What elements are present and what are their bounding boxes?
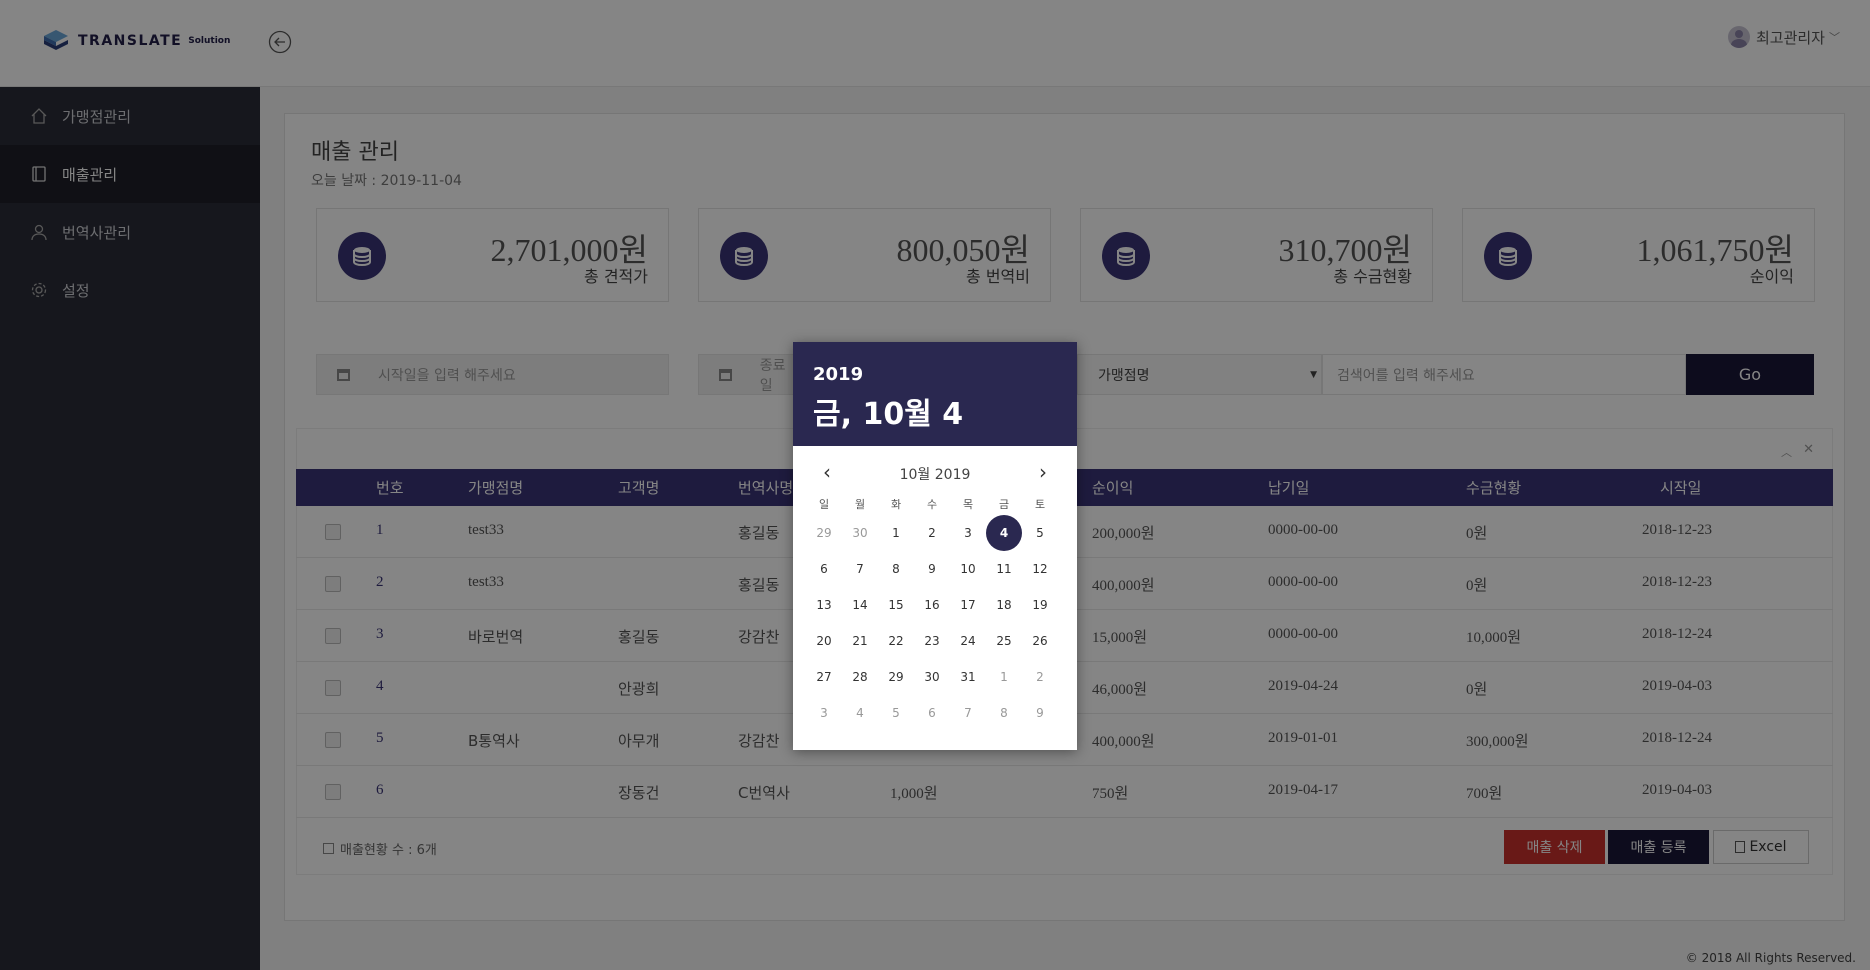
weekday-label: 수 [926, 498, 938, 511]
calendar-day[interactable]: 3 [806, 695, 842, 731]
calendar-day[interactable]: 27 [806, 659, 842, 695]
calendar-day[interactable]: 1 [986, 659, 1022, 695]
calendar-day[interactable]: 9 [1022, 695, 1058, 731]
calendar-day[interactable]: 24 [950, 623, 986, 659]
weekday-label: 금 [998, 498, 1010, 511]
calendar-day[interactable]: 7 [950, 695, 986, 731]
calendar-day[interactable]: 6 [806, 551, 842, 587]
calendar-day[interactable]: 11 [986, 551, 1022, 587]
calendar-day[interactable]: 5 [878, 695, 914, 731]
calendar-day[interactable]: 30 [842, 515, 878, 551]
calendar-day[interactable]: 29 [806, 515, 842, 551]
calendar-day[interactable]: 15 [878, 587, 914, 623]
calendar-day[interactable]: 22 [878, 623, 914, 659]
calendar-day[interactable]: 26 [1022, 623, 1058, 659]
date-picker-year[interactable]: 2019 [813, 364, 1057, 385]
calendar-day[interactable]: 14 [842, 587, 878, 623]
next-month-arrow-icon[interactable]: › [1039, 460, 1047, 484]
weekday-label: 일 [818, 498, 830, 511]
weekday-label: 월 [854, 498, 866, 511]
calendar-day[interactable]: 23 [914, 623, 950, 659]
calendar-day[interactable]: 30 [914, 659, 950, 695]
calendar-day[interactable]: 4 [986, 515, 1022, 551]
month-nav: ‹ 10월 2019 › [793, 446, 1077, 496]
weekday-label: 토 [1034, 498, 1046, 511]
calendar-day[interactable]: 20 [806, 623, 842, 659]
calendar-day[interactable]: 21 [842, 623, 878, 659]
calendar-day[interactable]: 10 [950, 551, 986, 587]
calendar-day[interactable]: 8 [878, 551, 914, 587]
calendar-day[interactable]: 28 [842, 659, 878, 695]
weekday-label: 화 [890, 498, 902, 511]
calendar-day[interactable]: 6 [914, 695, 950, 731]
calendar-day[interactable]: 7 [842, 551, 878, 587]
calendar-day[interactable]: 25 [986, 623, 1022, 659]
calendar-day[interactable]: 19 [1022, 587, 1058, 623]
calendar-day[interactable]: 18 [986, 587, 1022, 623]
calendar-day[interactable]: 17 [950, 587, 986, 623]
calendar-day[interactable]: 9 [914, 551, 950, 587]
calendar-day[interactable]: 29 [878, 659, 914, 695]
calendar-day[interactable]: 2 [914, 515, 950, 551]
date-picker: 2019 금, 10월 4 ‹ 10월 2019 › 일 월 화 수 목 금 토 29 30 1 2… [793, 342, 1077, 750]
calendar-day[interactable]: 3 [950, 515, 986, 551]
month-label: 10월 2019 [899, 467, 971, 483]
calendar-day[interactable]: 4 [842, 695, 878, 731]
calendar-day[interactable]: 12 [1022, 551, 1058, 587]
calendar-day[interactable]: 2 [1022, 659, 1058, 695]
weekday-label: 목 [962, 498, 974, 511]
date-picker-selected-date: 금, 10월 4 [813, 397, 964, 432]
calendar-day[interactable]: 5 [1022, 515, 1058, 551]
footer-copyright: © 2018 All Rights Reserved. [1685, 951, 1856, 965]
calendar-day[interactable]: 31 [950, 659, 986, 695]
date-picker-header: 2019 금, 10월 4 [793, 342, 1077, 446]
calendar-day[interactable]: 13 [806, 587, 842, 623]
calendar-day[interactable]: 8 [986, 695, 1022, 731]
calendar-day[interactable]: 1 [878, 515, 914, 551]
calendar-day[interactable]: 16 [914, 587, 950, 623]
